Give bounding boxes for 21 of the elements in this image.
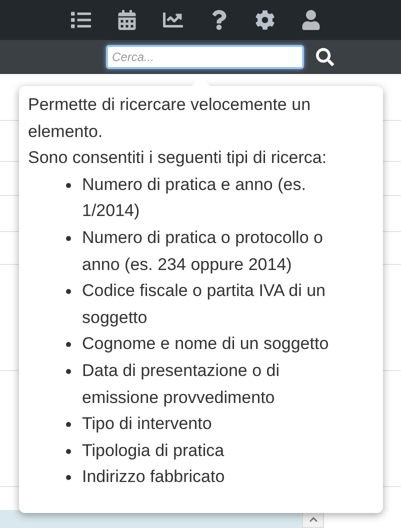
search-type-item: Tipo di intervento xyxy=(82,413,212,436)
search-type-item: Tipologia di pratica xyxy=(82,440,224,462)
search-type-item: Cognome e nome di un soggetto xyxy=(82,333,329,356)
bullet-icon xyxy=(66,289,71,294)
bullet-icon xyxy=(66,182,71,188)
search-field[interactable]: Cerca... xyxy=(106,45,304,69)
bullet-icon xyxy=(66,368,71,374)
bullet-icon xyxy=(66,342,71,348)
search-type-item: Numero di pratica e anno (es. 1/2014) xyxy=(82,174,307,222)
bullet-icon xyxy=(66,475,71,480)
search-icon[interactable] xyxy=(316,48,334,66)
search-type-item: Indirizzo fabbricato xyxy=(82,466,225,488)
bullet-icon xyxy=(66,236,71,241)
search-type-item: Data di presentazione o di emissione provvedimento xyxy=(82,360,281,409)
help-text: Permette di ricercare velocemente un elemento. xyxy=(28,94,312,143)
search-type-item: Numero di pratica o protocollo o anno (es. 234 oppure 2014) xyxy=(82,226,324,276)
caret-icon xyxy=(308,514,318,524)
search-type-item: Codice fiscale o partita IVA di un soggetto xyxy=(82,280,326,329)
bullet-icon xyxy=(66,422,71,428)
bullet-icon xyxy=(66,448,71,454)
help-text: Sono consentiti i seguenti tipi di ricerca: xyxy=(28,147,328,170)
